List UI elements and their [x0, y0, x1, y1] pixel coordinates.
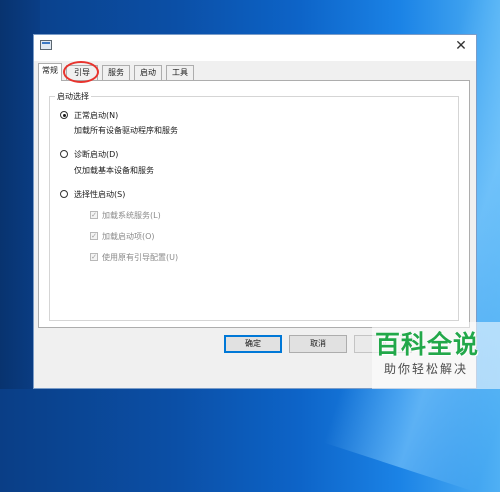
checkmark-icon: ✓ — [90, 253, 98, 261]
red-highlight-circle — [63, 61, 99, 83]
tab-services[interactable]: 服务 — [102, 65, 130, 80]
msconfig-app-icon — [40, 40, 52, 50]
startup-selection-group: 启动选择 正常启动(N) 加载所有设备驱动程序和服务 诊断启动(D) 仅加载基本… — [49, 91, 459, 321]
radio-label: 诊断启动(D) — [74, 150, 119, 159]
baike-watermark: 百科全说 助你轻松解决 — [372, 322, 500, 389]
title-bar: ✕ — [34, 35, 476, 61]
watermark-title: 百科全说 — [375, 330, 480, 359]
checkmark-icon: ✓ — [90, 211, 98, 219]
checkmark-icon: ✓ — [90, 232, 98, 240]
tab-tools[interactable]: 工具 — [166, 65, 194, 80]
cancel-button[interactable]: 取消 — [289, 335, 347, 353]
watermark-subtitle: 助你轻松解决 — [384, 362, 469, 376]
radio-button-checked[interactable] — [60, 111, 68, 119]
normal-startup-description: 加载所有设备驱动程序和服务 — [74, 126, 178, 135]
group-title: 启动选择 — [55, 91, 91, 102]
close-icon: ✕ — [455, 38, 467, 54]
radio-label: 选择性启动(S) — [74, 190, 126, 199]
tab-general[interactable]: 常规 — [38, 63, 62, 81]
checkbox-label: 使用原有引导配置(U) — [102, 253, 179, 262]
diagnostic-startup-description: 仅加载基本设备和服务 — [74, 166, 154, 175]
general-tab-panel: 启动选择 正常启动(N) 加载所有设备驱动程序和服务 诊断启动(D) 仅加载基本… — [38, 80, 470, 328]
checkbox-label: 加载启动项(O) — [102, 232, 155, 241]
radio-label: 正常启动(N) — [74, 111, 119, 120]
radio-button[interactable] — [60, 150, 68, 158]
tab-startup[interactable]: 启动 — [134, 65, 162, 80]
radio-button[interactable] — [60, 190, 68, 198]
checkbox-label: 加载系统服务(L) — [102, 211, 161, 220]
close-button[interactable]: ✕ — [454, 39, 468, 53]
ok-button[interactable]: 确定 — [224, 335, 282, 353]
